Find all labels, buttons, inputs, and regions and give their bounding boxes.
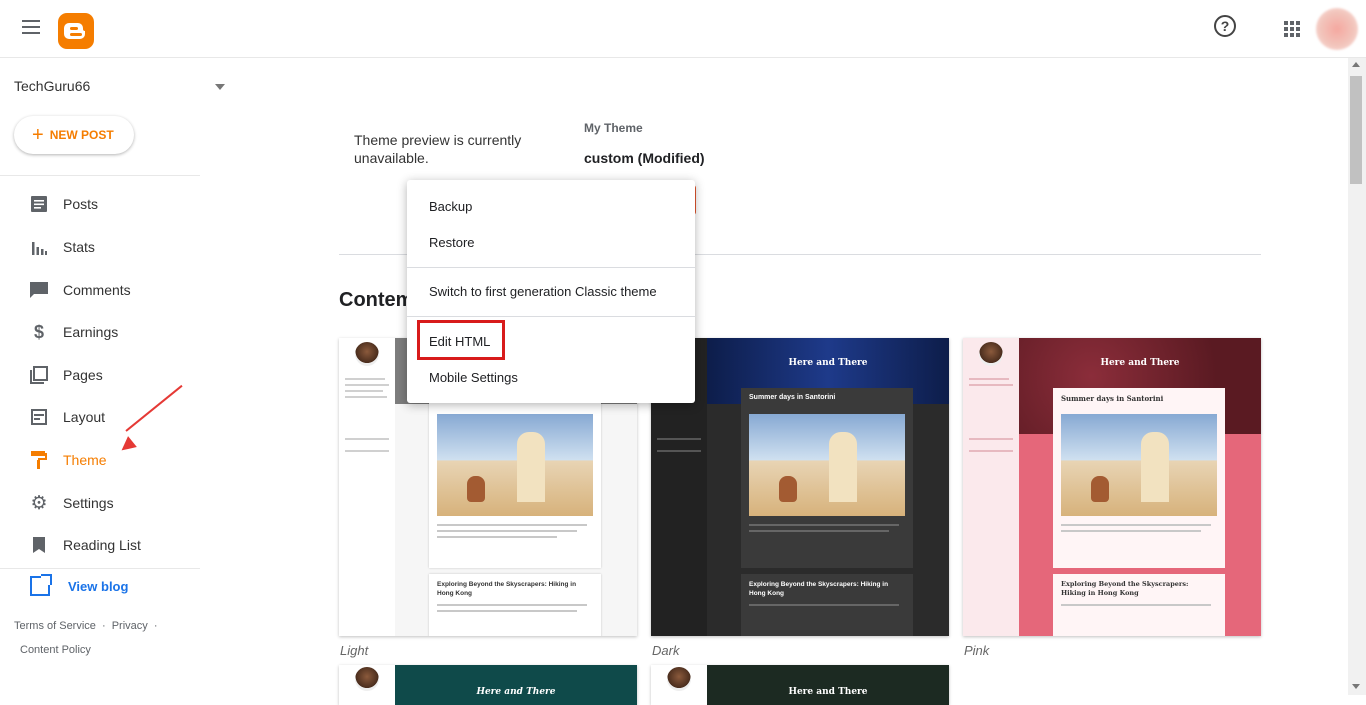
sidebar-item-theme[interactable]: Theme bbox=[0, 440, 200, 480]
theme-card-pink[interactable]: Here and There Summer days in Santorini … bbox=[963, 338, 1261, 636]
separator-dot: · bbox=[101, 620, 106, 632]
sidebar-item-layout[interactable]: Layout bbox=[0, 397, 200, 437]
theme-post-card: Exploring Beyond the Skyscrapers: Hiking… bbox=[741, 574, 913, 636]
sidebar-item-label: Stats bbox=[63, 239, 95, 255]
divider bbox=[0, 568, 200, 569]
theme-post-card bbox=[429, 388, 601, 568]
apps-grid-icon[interactable] bbox=[1284, 21, 1300, 37]
sidebar-item-label: Comments bbox=[63, 282, 131, 298]
menu-item-restore[interactable]: Restore bbox=[429, 235, 475, 250]
theme-options-menu: Backup Restore Switch to first generatio… bbox=[407, 180, 695, 403]
terms-link[interactable]: Terms of Service bbox=[14, 620, 96, 632]
theme-blog-title: Here and There bbox=[788, 687, 868, 697]
menu-item-mobile-settings[interactable]: Mobile Settings bbox=[429, 370, 518, 385]
sidebar-item-settings[interactable]: ⚙ Settings bbox=[0, 483, 200, 523]
scroll-up-icon[interactable] bbox=[1352, 62, 1360, 67]
sidebar-item-label: Layout bbox=[63, 409, 106, 425]
menu-divider bbox=[407, 267, 695, 268]
footer-links: Terms of Service · Privacy · Content Pol… bbox=[14, 614, 214, 662]
help-icon[interactable]: ? bbox=[1214, 15, 1236, 37]
scroll-down-icon[interactable] bbox=[1352, 684, 1360, 689]
menu-item-backup[interactable]: Backup bbox=[429, 199, 472, 214]
theme-post-card: Exploring Beyond the Skyscrapers: Hiking… bbox=[429, 574, 601, 636]
theme-blog-title: Here and There bbox=[788, 358, 868, 368]
sidebar-item-label: Earnings bbox=[63, 324, 119, 340]
theme-card-dark[interactable]: Here and There Summer days in Santorini … bbox=[651, 338, 949, 636]
my-theme-name: custom (Modified) bbox=[584, 150, 705, 166]
sidebar-item-reading-list[interactable]: Reading List bbox=[0, 525, 200, 565]
theme-label-light: Light bbox=[340, 643, 369, 658]
theme-post-image bbox=[437, 414, 593, 516]
sidebar-item-label: Theme bbox=[63, 452, 107, 468]
stats-icon bbox=[30, 238, 48, 256]
theme-label-pink: Pink bbox=[964, 643, 990, 658]
blogger-b-icon bbox=[64, 23, 85, 39]
theme-card-row2-2[interactable]: Here and There bbox=[651, 665, 949, 705]
view-blog-label: View blog bbox=[68, 578, 129, 594]
chevron-down-icon[interactable] bbox=[215, 84, 225, 90]
theme-card-row2-1[interactable]: Here and There bbox=[339, 665, 637, 705]
content-policy-link[interactable]: Content Policy bbox=[20, 644, 91, 656]
pages-icon bbox=[30, 366, 48, 384]
sidebar-item-comments[interactable]: Comments bbox=[0, 270, 200, 310]
divider bbox=[0, 175, 200, 176]
theme-blog-title: Here and There bbox=[1100, 358, 1180, 368]
theme-post-image bbox=[1061, 414, 1217, 516]
open-in-new-icon bbox=[30, 574, 52, 596]
layout-icon bbox=[30, 408, 48, 426]
theme-avatar bbox=[355, 667, 379, 691]
sidebar-item-label: Posts bbox=[63, 196, 99, 212]
theme-blog-title: Here and There bbox=[476, 687, 556, 697]
dollar-icon: $ bbox=[33, 321, 44, 342]
theme-post-title: Exploring Beyond the Skyscrapers: Hiking… bbox=[749, 581, 889, 597]
annotation-highlight-box bbox=[417, 320, 505, 360]
menu-item-switch-classic[interactable]: Switch to first generation Classic theme bbox=[429, 284, 657, 299]
theme-post-title: Exploring Beyond the Skyscrapers: Hiking… bbox=[1061, 580, 1189, 597]
theme-avatar bbox=[355, 342, 379, 366]
theme-roller-icon bbox=[30, 451, 48, 469]
theme-post-card: Summer days in Santorini bbox=[741, 388, 913, 568]
bookmark-icon bbox=[30, 536, 48, 554]
my-theme-label: My Theme bbox=[584, 121, 643, 135]
plus-icon: + bbox=[32, 124, 44, 146]
vertical-scrollbar[interactable] bbox=[1348, 58, 1366, 695]
top-bar: ? bbox=[0, 0, 1366, 58]
sidebar-item-label: Settings bbox=[63, 495, 114, 511]
theme-post-card: Exploring Beyond the Skyscrapers: Hiking… bbox=[1053, 574, 1225, 636]
theme-post-title: Exploring Beyond the Skyscrapers: Hiking… bbox=[437, 581, 577, 597]
sidebar-item-earnings[interactable]: $ Earnings bbox=[0, 312, 200, 352]
separator-dot: · bbox=[153, 620, 158, 632]
theme-sidebar bbox=[963, 338, 1019, 636]
privacy-link[interactable]: Privacy bbox=[112, 620, 148, 632]
theme-avatar bbox=[667, 667, 691, 691]
posts-icon bbox=[30, 195, 48, 213]
theme-sidebar bbox=[339, 338, 395, 636]
theme-label-dark: Dark bbox=[652, 643, 680, 658]
theme-post-image bbox=[749, 414, 905, 516]
theme-avatar bbox=[979, 342, 1003, 366]
blog-selector[interactable]: TechGuru66 bbox=[14, 78, 90, 94]
blogger-logo[interactable] bbox=[58, 13, 94, 49]
account-avatar[interactable] bbox=[1316, 8, 1358, 50]
view-blog-link[interactable]: View blog bbox=[30, 574, 129, 596]
sidebar-item-pages[interactable]: Pages bbox=[0, 355, 200, 395]
sidebar-item-label: Pages bbox=[63, 367, 103, 383]
scroll-thumb[interactable] bbox=[1350, 76, 1362, 184]
sidebar: TechGuru66 + NEW POST Posts Stats Commen… bbox=[0, 58, 240, 695]
comments-icon bbox=[30, 281, 48, 299]
theme-post-title: Summer days in Santorini bbox=[1061, 394, 1164, 403]
theme-post-title: Summer days in Santorini bbox=[749, 394, 836, 401]
menu-divider bbox=[407, 316, 695, 317]
sidebar-item-label: Reading List bbox=[63, 537, 141, 553]
sidebar-item-stats[interactable]: Stats bbox=[0, 227, 200, 267]
gear-icon: ⚙ bbox=[30, 492, 48, 514]
theme-preview-note: Theme preview is currently unavailable. bbox=[354, 132, 522, 166]
new-post-label: NEW POST bbox=[49, 128, 114, 142]
theme-post-card: Summer days in Santorini bbox=[1053, 388, 1225, 568]
menu-icon[interactable] bbox=[22, 20, 42, 36]
new-post-button[interactable]: + NEW POST bbox=[14, 116, 134, 154]
sidebar-item-posts[interactable]: Posts bbox=[0, 184, 200, 224]
